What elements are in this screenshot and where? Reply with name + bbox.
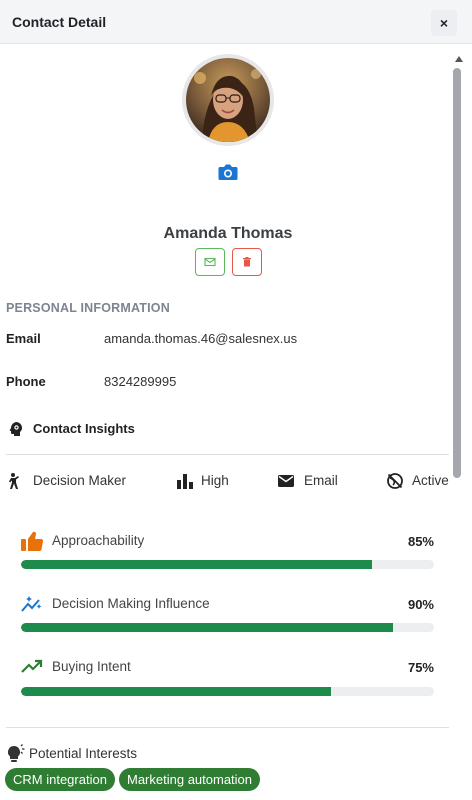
approachability-progress <box>21 560 434 569</box>
personal-information-heading: PERSONAL INFORMATION <box>6 301 170 315</box>
potential-interests-title: Potential Interests <box>29 746 138 761</box>
decision-making-influence-percent: 90% <box>407 597 434 612</box>
email-icon <box>278 475 294 487</box>
send-email-button[interactable] <box>195 248 225 276</box>
avatar <box>186 58 270 142</box>
globe-off-icon <box>387 473 403 489</box>
buying-intent-progress <box>21 687 434 696</box>
scrollbar-thumb[interactable] <box>453 68 461 478</box>
contact-detail-body[interactable]: Amanda Thomas PERSONAL INFORMATION Email… <box>0 44 452 800</box>
delete-contact-button[interactable] <box>232 248 262 276</box>
sparkle-trend-icon <box>21 596 42 612</box>
decision-making-influence-label: Decision Making Influence <box>52 596 210 611</box>
role-label: Decision Maker <box>33 473 127 488</box>
scrollbar[interactable] <box>452 54 466 800</box>
approachability-progress-fill <box>21 560 373 569</box>
phone-label: Phone <box>6 374 46 389</box>
bar-chart-icon <box>177 474 193 489</box>
trending-up-icon <box>21 659 43 673</box>
level-label: High <box>201 473 229 488</box>
interest-tag[interactable]: Marketing automation <box>119 768 261 791</box>
email-value[interactable]: amanda.thomas.46@salesnex.us <box>104 331 297 346</box>
buying-intent-percent: 75% <box>407 660 434 675</box>
phone-value[interactable]: 8324289995 <box>104 374 176 389</box>
brain-head-icon <box>9 422 22 436</box>
mail-icon <box>204 257 216 267</box>
close-button[interactable]: × <box>431 10 457 36</box>
approachability-percent: 85% <box>407 534 434 549</box>
lightbulb-icon <box>7 744 25 762</box>
status-label: Active <box>412 473 449 488</box>
decision-maker-icon <box>9 473 19 489</box>
thumbs-up-icon <box>21 531 44 552</box>
contact-name: Amanda Thomas <box>163 225 293 242</box>
dialog-title: Contact Detail <box>12 14 107 30</box>
trash-icon <box>243 257 251 267</box>
interest-tag[interactable]: CRM integration <box>5 768 115 791</box>
camera-icon[interactable] <box>218 163 238 181</box>
scroll-up-arrow-icon[interactable] <box>455 56 463 62</box>
divider <box>6 454 449 455</box>
divider <box>6 727 449 728</box>
dialog-header: Contact Detail × <box>0 0 472 44</box>
email-label: Email <box>6 331 41 346</box>
buying-intent-progress-fill <box>21 687 331 696</box>
channel-label: Email <box>304 473 338 488</box>
contact-insights-title: Contact Insights <box>33 421 135 436</box>
decision-making-influence-progress <box>21 623 434 632</box>
approachability-label: Approachability <box>52 533 145 548</box>
decision-making-influence-progress-fill <box>21 623 393 632</box>
avatar-frame <box>182 54 274 146</box>
buying-intent-label: Buying Intent <box>52 659 131 674</box>
